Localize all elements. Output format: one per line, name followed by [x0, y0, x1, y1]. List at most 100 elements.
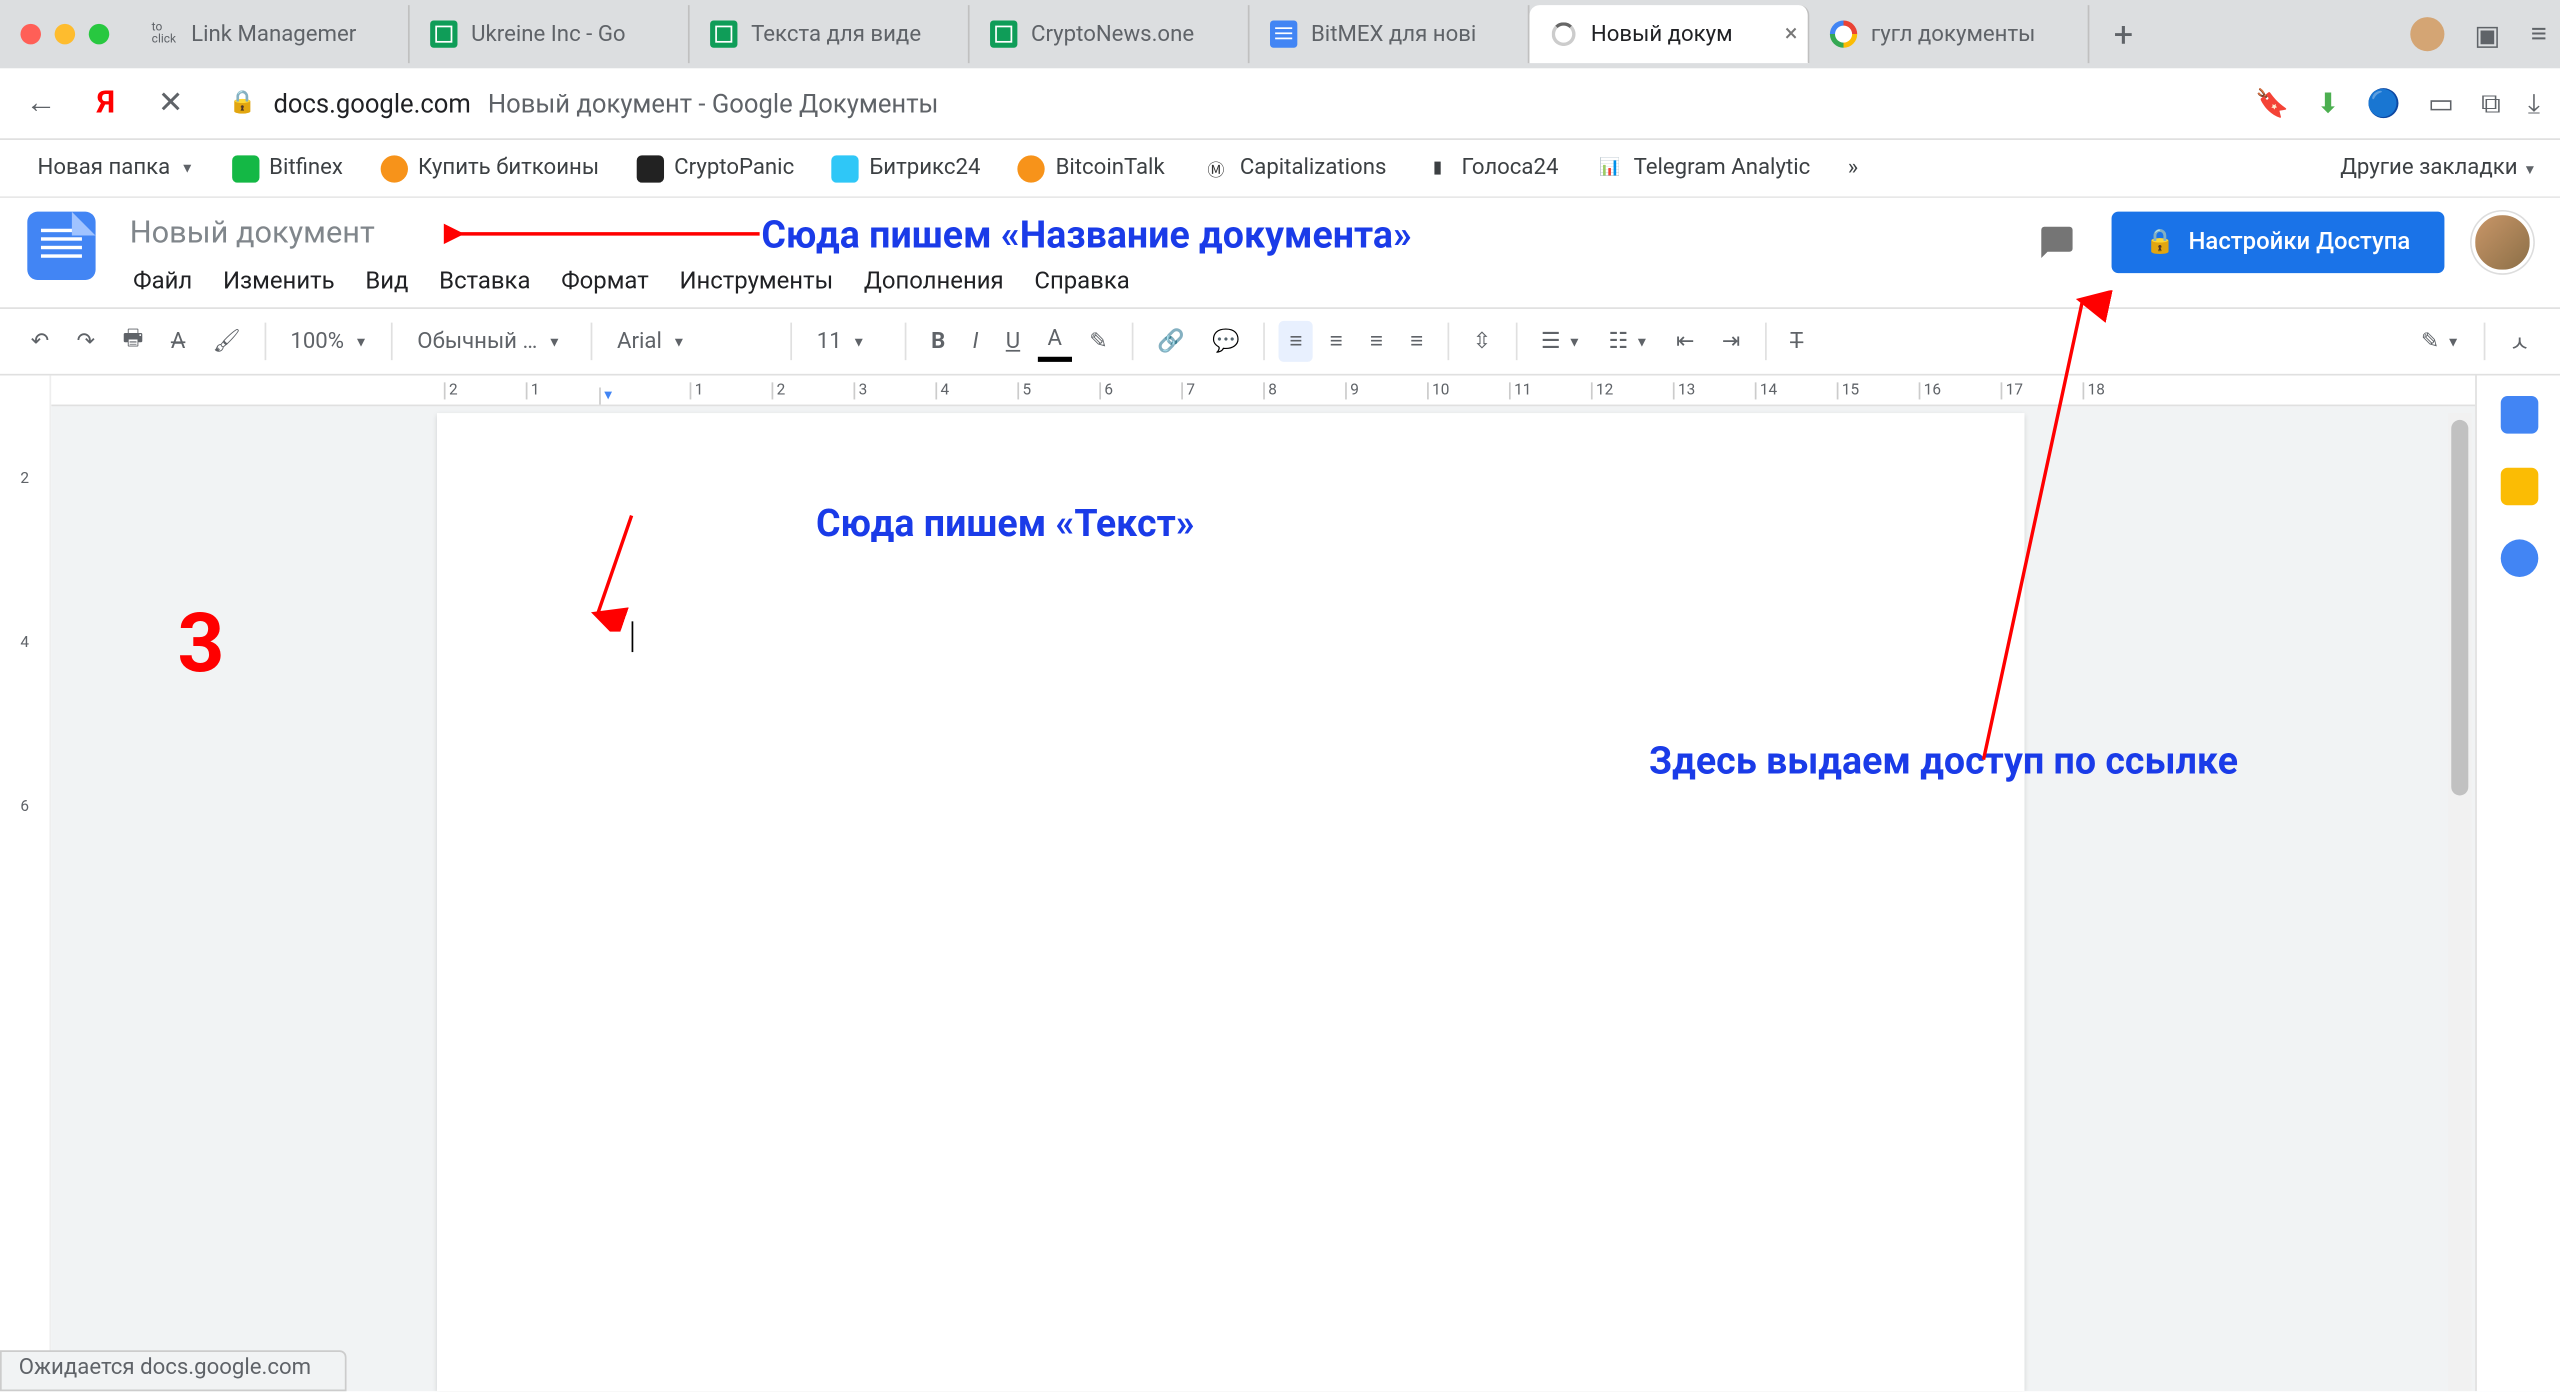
yandex-home-icon[interactable]: Я	[85, 85, 126, 121]
document-workspace: 246 21▾123456789101112131415161718	[0, 376, 2560, 1392]
vertical-scrollbar[interactable]	[2448, 413, 2472, 1391]
menu-icon[interactable]: ≡	[2531, 17, 2547, 51]
address-bar[interactable]: 🔒 docs.google.com Новый документ - Googl…	[229, 88, 939, 119]
insert-link-button[interactable]: 🔗	[1147, 322, 1195, 361]
align-justify-button[interactable]: ≡	[1400, 321, 1433, 362]
browser-tab[interactable]: CryptoNews.one	[970, 5, 1250, 63]
browser-tab[interactable]: toclickLink Managemer	[130, 5, 410, 63]
profile-avatar-icon[interactable]	[2409, 17, 2443, 51]
maximize-window-icon[interactable]	[89, 24, 109, 44]
scrollbar-thumb[interactable]	[2451, 420, 2468, 796]
bookmark-folder[interactable]: Новая папка▼	[24, 149, 208, 188]
bulleted-list-button[interactable]: ☷▼	[1598, 322, 1659, 361]
highlight-button[interactable]: ✎	[1079, 322, 1118, 361]
undo-button[interactable]: ↶	[20, 322, 59, 361]
underline-button[interactable]: U	[996, 322, 1031, 361]
vertical-ruler: 246	[0, 376, 51, 1392]
menu-file[interactable]: Файл	[119, 261, 205, 302]
align-center-button[interactable]: ≡	[1320, 321, 1353, 362]
menu-edit[interactable]: Изменить	[209, 261, 348, 302]
browser-tab[interactable]: BitMEX для нові	[1250, 5, 1530, 63]
close-tab-icon[interactable]: ×	[1785, 20, 1798, 47]
align-right-button[interactable]: ≡	[1360, 321, 1393, 362]
download-icon[interactable]: ⬇	[2316, 87, 2339, 119]
bitfinex-icon	[232, 154, 259, 181]
menu-insert[interactable]: Вставка	[426, 261, 545, 302]
bookmark-item[interactable]: ▮Голоса24	[1410, 148, 1572, 189]
bookmark-item[interactable]: Bitfinex	[218, 148, 357, 189]
browser-tab[interactable]: Текста для виде	[690, 5, 970, 63]
increase-indent-button[interactable]: ⇥	[1712, 322, 1751, 361]
bookmark-item[interactable]: Купить биткоины	[367, 148, 613, 189]
close-window-icon[interactable]	[20, 24, 40, 44]
url-title: Новый документ - Google Документы	[488, 88, 938, 119]
document-page[interactable]	[437, 413, 2025, 1391]
cryptopanic-icon	[637, 154, 664, 181]
bookmarks-bar: Новая папка▼ Bitfinex Купить биткоины Cr…	[0, 140, 2560, 198]
line-spacing-button[interactable]: ⇳	[1463, 322, 1502, 361]
back-button[interactable]: ←	[20, 85, 61, 121]
menu-help[interactable]: Справка	[1021, 261, 1144, 302]
tasks-app-icon[interactable]	[2500, 539, 2538, 577]
google-docs-logo-icon[interactable]	[27, 212, 95, 280]
analytics-icon: 📊	[1596, 154, 1623, 181]
window-controls	[20, 24, 109, 44]
calendar-app-icon[interactable]	[2500, 396, 2538, 434]
font-select[interactable]: Arial▼	[607, 322, 778, 361]
shield-icon[interactable]: ▣	[2474, 18, 2500, 50]
tab-label: Текста для виде	[751, 21, 921, 47]
menu-tools[interactable]: Инструменты	[666, 261, 847, 302]
bold-button[interactable]: B	[921, 322, 956, 361]
spellcheck-button[interactable]: A	[161, 322, 196, 361]
bookmark-item[interactable]: 📊Telegram Analytic	[1582, 148, 1824, 189]
stop-button[interactable]: ✕	[150, 85, 191, 121]
italic-button[interactable]: I	[962, 322, 988, 361]
numbered-list-button[interactable]: ☰▼	[1531, 322, 1592, 361]
insert-comment-button[interactable]: 💬	[1202, 322, 1250, 361]
bookmark-item[interactable]: BitcoinTalk	[1004, 148, 1178, 189]
bookmark-item[interactable]: ⓂCapitalizations	[1189, 148, 1400, 189]
bookmark-filled-icon[interactable]: 🔵	[2367, 87, 2401, 119]
coinmarketcap-icon: Ⓜ	[1202, 154, 1229, 181]
menu-format[interactable]: Формат	[548, 261, 663, 302]
user-avatar[interactable]	[2472, 212, 2533, 273]
bookmark-item[interactable]: CryptoPanic	[623, 148, 808, 189]
text-cursor	[632, 621, 634, 652]
download-page-icon[interactable]: ⤓	[2528, 86, 2540, 120]
decrease-indent-button[interactable]: ⇤	[1666, 322, 1705, 361]
hide-menus-button[interactable]: ㅅ	[2499, 318, 2540, 364]
copy-icon[interactable]: ⧉	[2481, 86, 2501, 120]
comments-button[interactable]	[2029, 215, 2084, 270]
tab-label: CryptoNews.one	[1031, 21, 1194, 47]
redo-button[interactable]: ↷	[66, 322, 105, 361]
document-title-input[interactable]: Новый документ	[119, 212, 1143, 255]
share-label: Настройки Доступа	[2188, 229, 2410, 256]
url-domain: docs.google.com	[273, 88, 470, 119]
lock-icon: 🔒	[2145, 229, 2175, 256]
clear-formatting-button[interactable]: T	[1780, 322, 1814, 361]
print-button[interactable]: 🖶	[112, 316, 153, 367]
align-left-button[interactable]: ≡	[1279, 321, 1312, 362]
paint-format-button[interactable]: 🖌	[202, 322, 251, 361]
formatting-toolbar: ↶ ↷ 🖶 A 🖌 100%▼ Обычный …▼ Arial▼ 11▼ B …	[0, 307, 2560, 375]
chevron-down-icon: ▼	[2523, 162, 2537, 177]
battery-icon[interactable]: ▭	[2428, 87, 2454, 119]
bookmark-item[interactable]: Битрикс24	[818, 148, 994, 189]
bookmark-icon[interactable]: 🔖	[2255, 87, 2289, 119]
new-tab-button[interactable]: +	[2100, 10, 2148, 58]
share-button[interactable]: 🔒 Настройки Доступа	[2111, 212, 2445, 273]
minimize-window-icon[interactable]	[55, 24, 75, 44]
browser-tab[interactable]: Ukreine Inc - Go	[410, 5, 690, 63]
bookmarks-overflow[interactable]: »	[1834, 155, 1872, 181]
font-size-select[interactable]: 11▼	[807, 322, 892, 361]
text-color-button[interactable]: A	[1037, 321, 1072, 362]
browser-tab-active[interactable]: Новый докум×	[1529, 5, 1809, 63]
other-bookmarks[interactable]: Другие закладки ▼	[2340, 155, 2536, 181]
keep-app-icon[interactable]	[2500, 468, 2538, 506]
style-select[interactable]: Обычный …▼	[407, 322, 578, 361]
zoom-select[interactable]: 100%▼	[280, 322, 378, 361]
menu-view[interactable]: Вид	[352, 261, 422, 302]
menu-addons[interactable]: Дополнения	[850, 261, 1017, 302]
browser-tab[interactable]: гугл документы	[1809, 5, 2089, 63]
editing-mode-button[interactable]: ✎ ▼	[2411, 322, 2470, 361]
